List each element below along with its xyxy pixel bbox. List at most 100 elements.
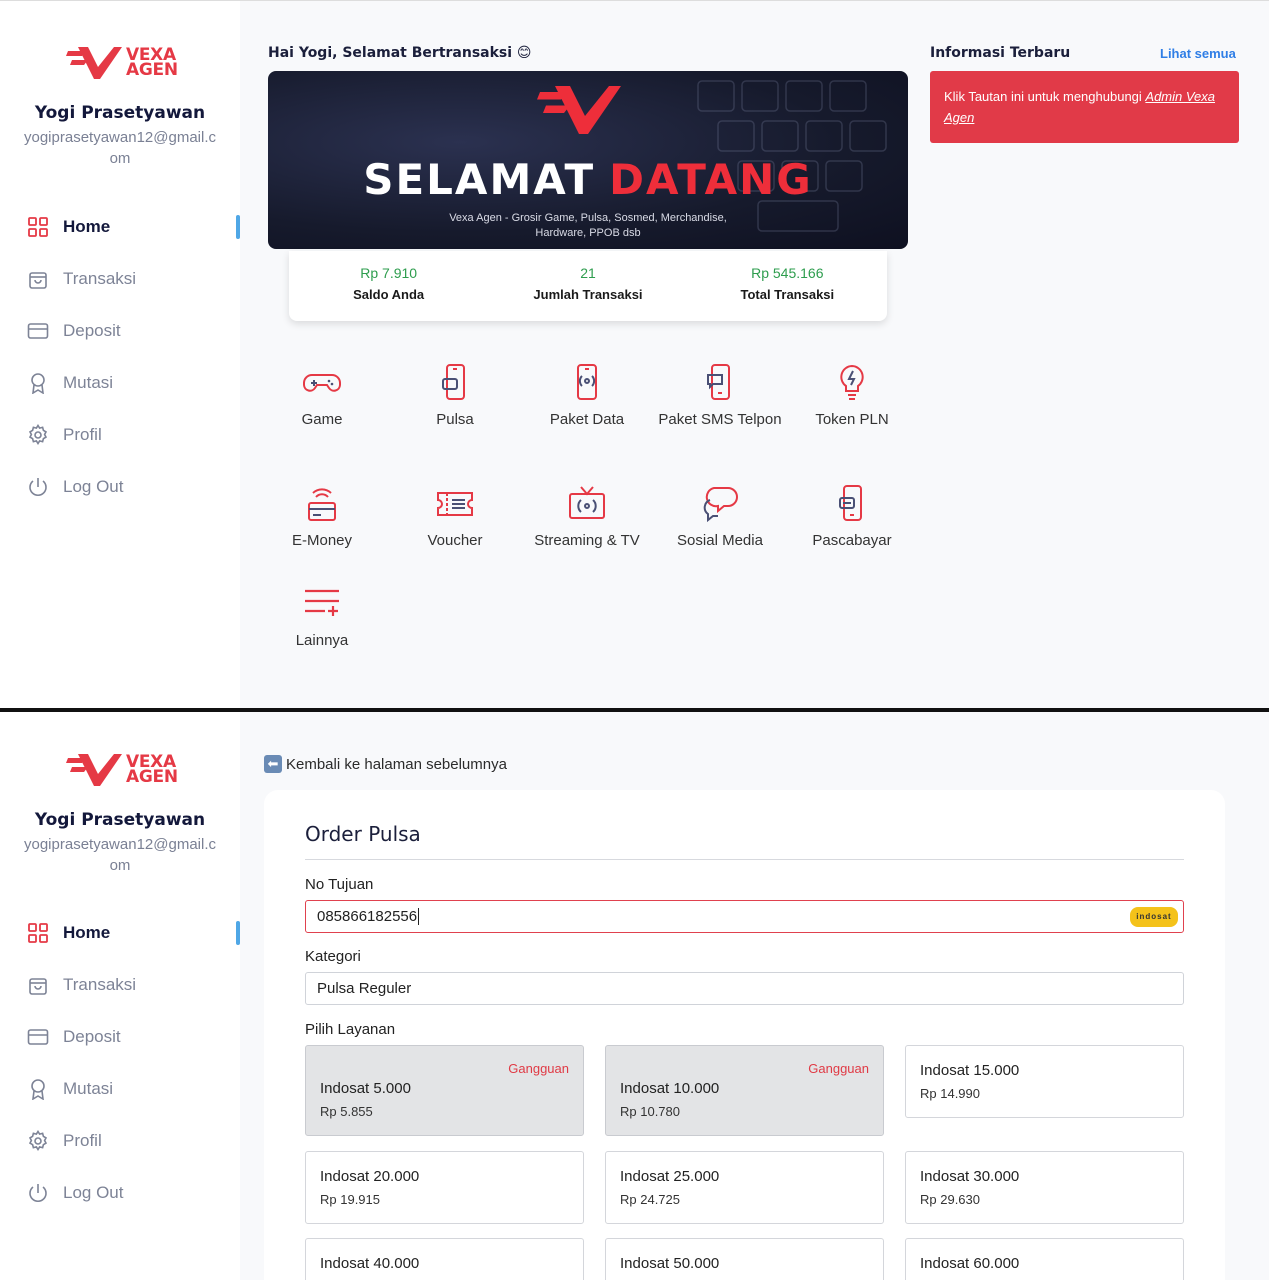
award-icon bbox=[27, 372, 49, 394]
layanan-label: Pilih Layanan bbox=[305, 1021, 396, 1038]
back-link[interactable]: ⬅ Kembali ke halaman sebelumnya bbox=[264, 755, 507, 773]
phone-signal-icon bbox=[577, 364, 597, 400]
service-price: Rp 14.990 bbox=[920, 1086, 980, 1101]
service-option[interactable]: Gangguan Indosat 10.000 Rp 10.780 bbox=[605, 1045, 884, 1136]
menu-label: Token PLN bbox=[815, 411, 889, 428]
sidebar-nav: Home Transaksi Deposit Mutasi Profil Log Out bbox=[0, 201, 240, 513]
no-tujuan-input[interactable]: 085866182556 indosat bbox=[305, 900, 1184, 933]
menu-streaming-tv[interactable]: Streaming & TV bbox=[521, 484, 653, 551]
sidebar-item-home[interactable]: Home bbox=[0, 201, 240, 253]
brand-logo[interactable]: VEXA AGEN bbox=[66, 752, 178, 788]
status-badge: Gangguan bbox=[508, 1061, 569, 1076]
no-tujuan-value: 085866182556 bbox=[317, 908, 418, 925]
service-option[interactable]: Indosat 25.000 Rp 24.725 bbox=[605, 1151, 884, 1224]
service-option[interactable]: Indosat 15.000 Rp 14.990 bbox=[905, 1045, 1184, 1118]
sidebar-item-profil[interactable]: Profil bbox=[0, 409, 240, 461]
sidebar-item-deposit[interactable]: Deposit bbox=[0, 1011, 240, 1063]
sidebar-item-transaksi[interactable]: Transaksi bbox=[0, 253, 240, 305]
no-tujuan-label: No Tujuan bbox=[305, 876, 374, 893]
list-plus-icon bbox=[305, 589, 339, 616]
user-name: Yogi Prasetyawan bbox=[34, 810, 206, 830]
menu-paket-data[interactable]: Paket Data bbox=[521, 363, 653, 430]
power-icon bbox=[27, 476, 49, 498]
menu-game[interactable]: Game bbox=[256, 363, 388, 430]
service-option[interactable]: Gangguan Indosat 5.000 Rp 5.855 bbox=[305, 1045, 584, 1136]
see-all-link[interactable]: Lihat semua bbox=[1160, 46, 1236, 61]
phone-bill-icon bbox=[839, 485, 862, 521]
menu-token-pln[interactable]: Token PLN bbox=[786, 363, 918, 430]
info-alert[interactable]: Klik Tautan ini untuk menghubungi Admin … bbox=[930, 71, 1239, 143]
sidebar-item-deposit[interactable]: Deposit bbox=[0, 305, 240, 357]
stat-label: Total Transaksi bbox=[740, 287, 835, 302]
brand-line-2: AGEN bbox=[126, 60, 178, 80]
credit-card-icon bbox=[27, 320, 49, 342]
service-name: Indosat 20.000 bbox=[320, 1168, 420, 1185]
sidebar-item-label: Log Out bbox=[63, 477, 124, 496]
wallet-wifi-icon bbox=[308, 488, 336, 521]
menu-pulsa[interactable]: Pulsa bbox=[389, 363, 521, 430]
status-badge: Gangguan bbox=[808, 1061, 869, 1076]
banner-title: SELAMAT DATANG bbox=[268, 155, 908, 204]
vexa-logo-icon bbox=[66, 754, 122, 786]
banner-logo-icon bbox=[537, 86, 621, 134]
indosat-logo-icon: indosat bbox=[1130, 907, 1178, 927]
service-name: Indosat 40.000 bbox=[320, 1255, 420, 1272]
stat-saldo: Rp 7.910 Saldo Anda bbox=[289, 251, 488, 321]
sidebar-item-label: Deposit bbox=[63, 1027, 121, 1046]
order-card: Order Pulsa No Tujuan 085866182556 indos… bbox=[264, 790, 1225, 1280]
sidebar-item-mutasi[interactable]: Mutasi bbox=[0, 357, 240, 409]
service-name: Indosat 30.000 bbox=[920, 1168, 1020, 1185]
menu-e-money[interactable]: E-Money bbox=[256, 484, 388, 551]
gear-icon bbox=[27, 424, 49, 446]
menu-paket-sms-telpon[interactable]: Paket SMS Telpon bbox=[654, 363, 786, 430]
home-screen: VEXA AGEN Yogi Prasetyawan yogiprasetyaw… bbox=[0, 0, 1269, 708]
stat-label: Jumlah Transaksi bbox=[533, 287, 643, 302]
brand-logo[interactable]: VEXA AGEN bbox=[66, 45, 178, 81]
info-title: Informasi Terbaru bbox=[930, 45, 1071, 61]
sidebar-item-label: Transaksi bbox=[63, 975, 137, 994]
order-pulsa-screen: VEXA AGEN Yogi Prasetyawan yogiprasetyaw… bbox=[0, 712, 1269, 1280]
service-option[interactable]: Indosat 40.000 bbox=[305, 1238, 584, 1280]
menu-label: Pascabayar bbox=[812, 532, 892, 549]
service-option[interactable]: Indosat 50.000 bbox=[605, 1238, 884, 1280]
sidebar-item-transaksi[interactable]: Transaksi bbox=[0, 959, 240, 1011]
phone-credit-icon bbox=[442, 364, 465, 400]
service-option[interactable]: Indosat 20.000 Rp 19.915 bbox=[305, 1151, 584, 1224]
phone-message-icon bbox=[707, 364, 730, 400]
menu-pascabayar[interactable]: Pascabayar bbox=[786, 484, 918, 551]
user-email: yogiprasetyawan12@gmail.com bbox=[24, 836, 216, 874]
service-option[interactable]: Indosat 30.000 Rp 29.630 bbox=[905, 1151, 1184, 1224]
sidebar-item-log-out[interactable]: Log Out bbox=[0, 461, 240, 513]
user-name: Yogi Prasetyawan bbox=[34, 103, 206, 123]
power-icon bbox=[27, 1182, 49, 1204]
gamepad-icon bbox=[303, 374, 341, 392]
sidebar-item-log-out[interactable]: Log Out bbox=[0, 1167, 240, 1219]
kategori-value: Pulsa Reguler bbox=[317, 980, 412, 997]
sidebar-item-profil[interactable]: Profil bbox=[0, 1115, 240, 1167]
stat-label: Saldo Anda bbox=[353, 287, 425, 302]
banner-title-white: SELAMAT bbox=[363, 155, 596, 204]
menu-label: Pulsa bbox=[436, 411, 474, 428]
menu-label: Sosial Media bbox=[677, 532, 763, 549]
sidebar: VEXA AGEN Yogi Prasetyawan yogiprasetyaw… bbox=[0, 712, 240, 1280]
welcome-banner[interactable]: SELAMAT DATANG Vexa Agen - Grosir Game, P… bbox=[268, 71, 908, 249]
sidebar-item-label: Log Out bbox=[63, 1183, 124, 1202]
kategori-select[interactable]: Pulsa Reguler bbox=[305, 972, 1184, 1005]
lightbulb-icon bbox=[840, 364, 864, 400]
sidebar-item-mutasi[interactable]: Mutasi bbox=[0, 1063, 240, 1115]
service-name: Indosat 5.000 bbox=[320, 1080, 411, 1097]
credit-card-icon bbox=[27, 1026, 49, 1048]
service-name: Indosat 15.000 bbox=[920, 1062, 1020, 1079]
service-option[interactable]: Indosat 60.000 bbox=[905, 1238, 1184, 1280]
back-label: Kembali ke halaman sebelumnya bbox=[286, 755, 507, 773]
stat-value: Rp 545.166 bbox=[751, 265, 824, 281]
gear-icon bbox=[27, 1130, 49, 1152]
menu-voucher[interactable]: Voucher bbox=[389, 484, 521, 551]
menu-lainnya[interactable]: Lainnya bbox=[256, 584, 388, 651]
sidebar-item-home[interactable]: Home bbox=[0, 907, 240, 959]
arrow-left-icon: ⬅ bbox=[264, 755, 282, 773]
sidebar: VEXA AGEN Yogi Prasetyawan yogiprasetyaw… bbox=[0, 1, 240, 708]
menu-sosial-media[interactable]: Sosial Media bbox=[654, 484, 786, 551]
service-price: Rp 5.855 bbox=[320, 1104, 373, 1119]
sidebar-nav: Home Transaksi Deposit Mutasi Profil Log Out bbox=[0, 907, 240, 1219]
